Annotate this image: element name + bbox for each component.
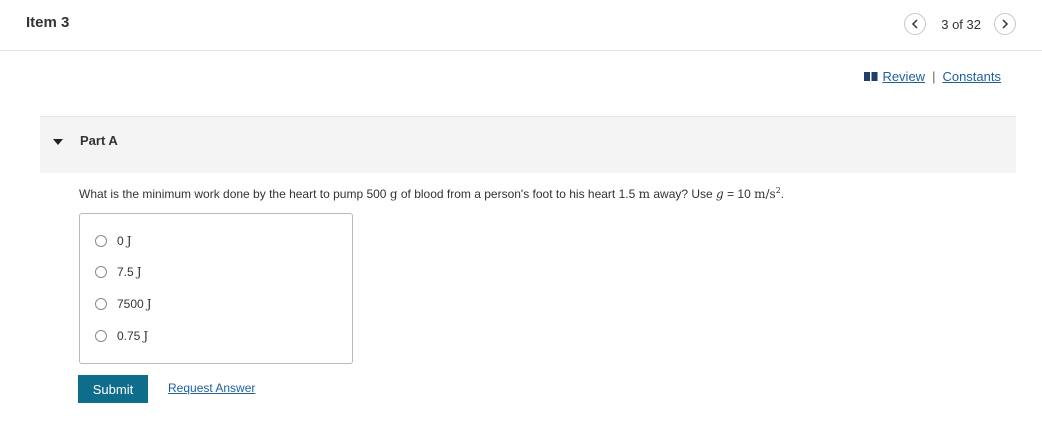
request-answer-link[interactable]: Request Answer [168, 381, 255, 395]
submit-button[interactable]: Submit [78, 375, 148, 403]
choice-7-5-j[interactable]: 7.5 J [95, 265, 142, 279]
pager-position: 3 of 32 [941, 16, 981, 32]
item-pager: 3 of 32 [904, 13, 1016, 35]
choice-7500-j[interactable]: 7500 J [95, 297, 152, 311]
resources-bar: Review | Constants [864, 69, 1001, 84]
question-text: What is the minimum work done by the hea… [79, 186, 785, 201]
chevron-left-icon [912, 19, 918, 29]
next-item-button[interactable] [994, 13, 1016, 35]
radio-button[interactable] [95, 235, 107, 247]
caret-down-icon[interactable] [53, 139, 63, 146]
previous-item-button[interactable] [904, 13, 927, 35]
link-separator: | [932, 69, 936, 84]
choice-0-j[interactable]: 0 J [95, 234, 132, 248]
chevron-right-icon [1002, 19, 1009, 29]
choice-0-75-j[interactable]: 0.75 J [95, 329, 148, 343]
radio-button[interactable] [95, 298, 107, 310]
book-icon [864, 72, 878, 81]
constants-link[interactable]: Constants [942, 69, 1001, 84]
review-link[interactable]: Review [882, 69, 925, 84]
answer-choices: 0 J 7.5 J 7500 J 0.75 J [79, 213, 353, 364]
radio-button[interactable] [95, 330, 107, 342]
radio-button[interactable] [95, 266, 107, 278]
part-a-header[interactable]: Part A [40, 116, 1016, 173]
item-title: Item 3 [26, 14, 70, 31]
header-divider [0, 50, 1042, 51]
part-label: Part A [80, 133, 118, 148]
